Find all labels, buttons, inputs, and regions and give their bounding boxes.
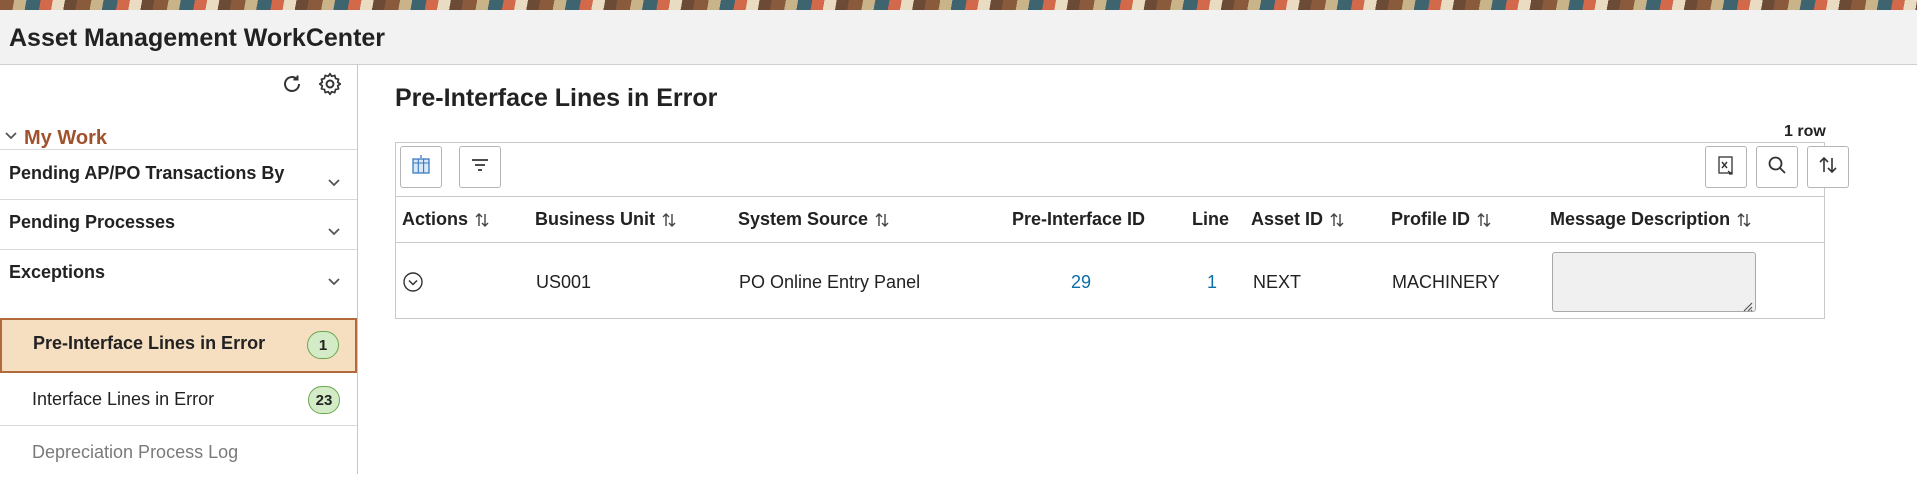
chevron-circle-down-icon: [402, 272, 424, 297]
column-header-profile-id[interactable]: Profile ID: [1391, 209, 1492, 230]
export-excel-icon: [1715, 154, 1737, 181]
my-work-label: My Work: [24, 126, 107, 149]
count-badge: 23: [308, 386, 340, 414]
sidebar-tools: [279, 71, 343, 97]
group-label: Pending Processes: [9, 212, 176, 232]
sort-icon: [1817, 154, 1839, 181]
search-icon: [1766, 154, 1788, 181]
sidebar-item-interface-lines-in-error[interactable]: Interface Lines in Error 23: [0, 374, 357, 426]
sort-arrows-icon: [1329, 212, 1345, 228]
sort-arrows-icon: [874, 212, 890, 228]
group-label: Exceptions: [9, 262, 106, 282]
column-header-system-source[interactable]: System Source: [738, 209, 890, 230]
table-row: US001 PO Online Entry Panel 29 1 NEXT MA…: [396, 243, 1824, 319]
chevron-down-icon: [327, 224, 341, 242]
grid-toolbar: [396, 143, 1849, 197]
divider: [0, 149, 357, 150]
column-header-label: Actions: [402, 209, 469, 229]
row-actions-button[interactable]: [402, 271, 424, 298]
cell-business-unit: US001: [536, 272, 592, 292]
filter-button[interactable]: [459, 146, 501, 188]
column-header-label: Profile ID: [1391, 209, 1471, 229]
cell-system-source: PO Online Entry Panel: [739, 272, 921, 292]
sort-button[interactable]: [1807, 146, 1849, 188]
cell-asset-id: NEXT: [1253, 272, 1302, 292]
cell-profile-id: MACHINERY: [1392, 272, 1500, 292]
app-header: Asset Management WorkCenter: [0, 10, 1917, 65]
cell-pre-interface-id-link[interactable]: 29: [1071, 272, 1091, 293]
resize-handle-icon[interactable]: [1741, 299, 1822, 317]
sort-arrows-icon: [661, 212, 677, 228]
chevron-down-icon: [327, 175, 341, 193]
results-grid: Actions Business Unit System Source Pre-…: [395, 142, 1849, 319]
chevron-down-icon: [4, 129, 18, 148]
column-header-label: Message Description: [1550, 209, 1731, 229]
refresh-icon[interactable]: [279, 71, 305, 97]
sidebar-item-label: Depreciation Process Log: [32, 442, 239, 462]
sidebar: My Work Pending AP/PO Transactions By Pe…: [0, 65, 358, 474]
divider: [0, 425, 357, 426]
column-header-label: Business Unit: [535, 209, 656, 229]
main-content: Pre-Interface Lines in Error 1 row Actio…: [358, 65, 1917, 474]
sidebar-item-pre-interface-lines-in-error[interactable]: Pre-Interface Lines in Error 1: [0, 318, 357, 373]
column-header-business-unit[interactable]: Business Unit: [535, 209, 677, 230]
gear-icon[interactable]: [317, 71, 343, 97]
group-pending-ap-po[interactable]: Pending AP/PO Transactions By: [0, 151, 357, 199]
sort-arrows-icon: [474, 212, 490, 228]
column-header-label: Line: [1192, 209, 1230, 229]
group-exceptions[interactable]: Exceptions: [0, 250, 357, 298]
column-header-label: System Source: [738, 209, 869, 229]
search-button[interactable]: [1756, 146, 1798, 188]
sidebar-item-label: Interface Lines in Error: [32, 389, 215, 409]
cell-line-link[interactable]: 1: [1207, 272, 1217, 293]
grid-header: Actions Business Unit System Source Pre-…: [396, 196, 1824, 243]
column-header-actions[interactable]: Actions: [402, 209, 490, 230]
column-header-asset-id[interactable]: Asset ID: [1251, 209, 1345, 230]
column-header-pre-interface-id: Pre-Interface ID: [1012, 209, 1145, 230]
grid-settings-button[interactable]: [400, 146, 442, 188]
grid-settings-icon: [410, 154, 432, 181]
header-banner: [0, 0, 1917, 10]
column-header-line: Line: [1192, 209, 1229, 230]
column-header-label: Pre-Interface ID: [1012, 209, 1146, 229]
sidebar-item-label: Pre-Interface Lines in Error: [33, 333, 266, 353]
column-header-label: Asset ID: [1251, 209, 1324, 229]
sort-arrows-icon: [1476, 212, 1492, 228]
count-badge: 1: [307, 331, 339, 359]
export-excel-button[interactable]: [1705, 146, 1747, 188]
column-header-message-description[interactable]: Message Description: [1550, 209, 1752, 230]
app-title: Asset Management WorkCenter: [9, 24, 386, 52]
sort-arrows-icon: [1736, 212, 1752, 228]
chevron-down-icon: [327, 274, 341, 292]
row-count: 1 row: [1784, 123, 1826, 140]
message-description-textarea[interactable]: [1552, 252, 1756, 312]
filter-icon: [469, 154, 491, 181]
group-pending-processes[interactable]: Pending Processes: [0, 200, 357, 248]
sidebar-item-depreciation-process-log[interactable]: Depreciation Process Log: [0, 427, 357, 479]
group-label: Pending AP/PO Transactions By: [9, 163, 285, 183]
page-title: Pre-Interface Lines in Error: [395, 84, 718, 112]
